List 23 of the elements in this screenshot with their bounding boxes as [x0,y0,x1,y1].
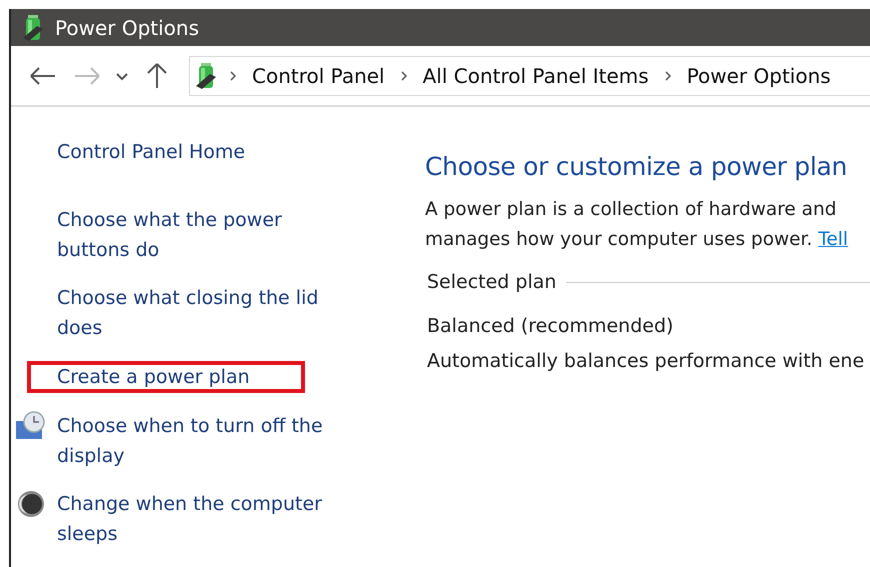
breadcrumb[interactable]: Control Panel [248,64,389,88]
tell-more-link[interactable]: Tell [818,229,848,250]
control-panel-home-link[interactable]: Control Panel Home [57,137,337,167]
section-title: Selected plan [427,271,556,293]
page-heading: Choose or customize a power plan [425,152,848,181]
plan-name: Balanced (recommended) [427,314,674,339]
chevron-icon [228,70,238,82]
sidebar-link[interactable]: Change when the computer sleeps [57,489,337,549]
chevron-icon [398,70,409,82]
window-title: Power Options [55,16,199,40]
description-text: A power plan is a collection of hardware and [425,198,838,222]
power-options-icon [23,14,45,42]
plan-description: Automatically balances performance with ene [427,349,866,374]
sidebar-link[interactable]: Choose what the power buttons do [57,205,337,265]
address-bar[interactable]: Control Panel All Control Panel Items Power Options [189,56,870,96]
sidebar-link[interactable]: Create a power plan [27,361,305,393]
sidebar-link[interactable]: Choose what closing the lid does [57,283,337,343]
power-options-icon [196,62,218,90]
description-text: manages how your computer uses power. [425,229,814,250]
breadcrumb[interactable]: Power Options [682,64,835,88]
sidebar-link[interactable]: Choose when to turn off the display [57,411,337,471]
chevron-icon [662,70,673,82]
breadcrumb[interactable]: All Control Panel Items [418,64,653,88]
